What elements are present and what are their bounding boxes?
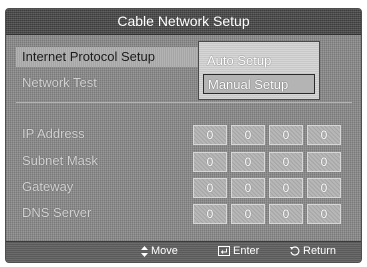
gateway-octet-4[interactable]: 0 — [307, 178, 341, 198]
dns-octet-3[interactable]: 0 — [269, 204, 303, 224]
dns-octet-1[interactable]: 0 — [193, 204, 227, 224]
gateway-octet-1[interactable]: 0 — [193, 178, 227, 198]
ip-octet-3[interactable]: 0 — [269, 125, 303, 145]
network-setup-panel: Cable Network Setup Internet Protocol Se… — [5, 8, 362, 263]
ip-address-label: IP Address — [22, 126, 85, 141]
ip-octet-1[interactable]: 0 — [193, 125, 227, 145]
enter-hint-label: Enter — [233, 245, 260, 257]
subnet-mask-field: 0 0 0 0 — [193, 152, 341, 172]
subnet-mask-label: Subnet Mask — [22, 153, 98, 168]
subnet-octet-1[interactable]: 0 — [193, 152, 227, 172]
return-arrow-icon — [289, 245, 300, 257]
button-hint-bar: Move Enter Return — [6, 241, 361, 262]
ip-octet-2[interactable]: 0 — [231, 125, 265, 145]
subnet-octet-2[interactable]: 0 — [231, 152, 265, 172]
move-hint: Move — [141, 245, 178, 257]
dns-octet-2[interactable]: 0 — [231, 204, 265, 224]
divider — [16, 102, 352, 103]
return-hint-label: Return — [303, 245, 337, 257]
gateway-field: 0 0 0 0 — [193, 178, 341, 198]
protocol-setup-dropdown: Auto Setup Manual Setup — [198, 41, 320, 100]
menu-item-internet-protocol-setup[interactable]: Internet Protocol Setup — [22, 49, 155, 64]
option-manual-setup[interactable]: Manual Setup — [203, 74, 315, 94]
dns-server-label: DNS Server — [22, 205, 92, 220]
gateway-octet-3[interactable]: 0 — [269, 178, 303, 198]
enter-hint: Enter — [218, 245, 259, 257]
subnet-octet-4[interactable]: 0 — [307, 152, 341, 172]
enter-key-icon — [218, 246, 230, 256]
dns-server-field: 0 0 0 0 — [193, 204, 341, 224]
dns-octet-4[interactable]: 0 — [307, 204, 341, 224]
gateway-label: Gateway — [22, 179, 74, 194]
move-hint-label: Move — [151, 245, 178, 257]
return-hint: Return — [289, 245, 336, 257]
up-down-arrows-icon — [141, 245, 148, 257]
panel-title: Cable Network Setup — [6, 9, 361, 35]
gateway-octet-2[interactable]: 0 — [231, 178, 265, 198]
ip-address-field: 0 0 0 0 — [193, 125, 341, 145]
option-auto-setup[interactable]: Auto Setup — [203, 51, 315, 71]
menu-item-network-test[interactable]: Network Test — [22, 75, 97, 90]
ip-octet-4[interactable]: 0 — [307, 125, 341, 145]
subnet-octet-3[interactable]: 0 — [269, 152, 303, 172]
